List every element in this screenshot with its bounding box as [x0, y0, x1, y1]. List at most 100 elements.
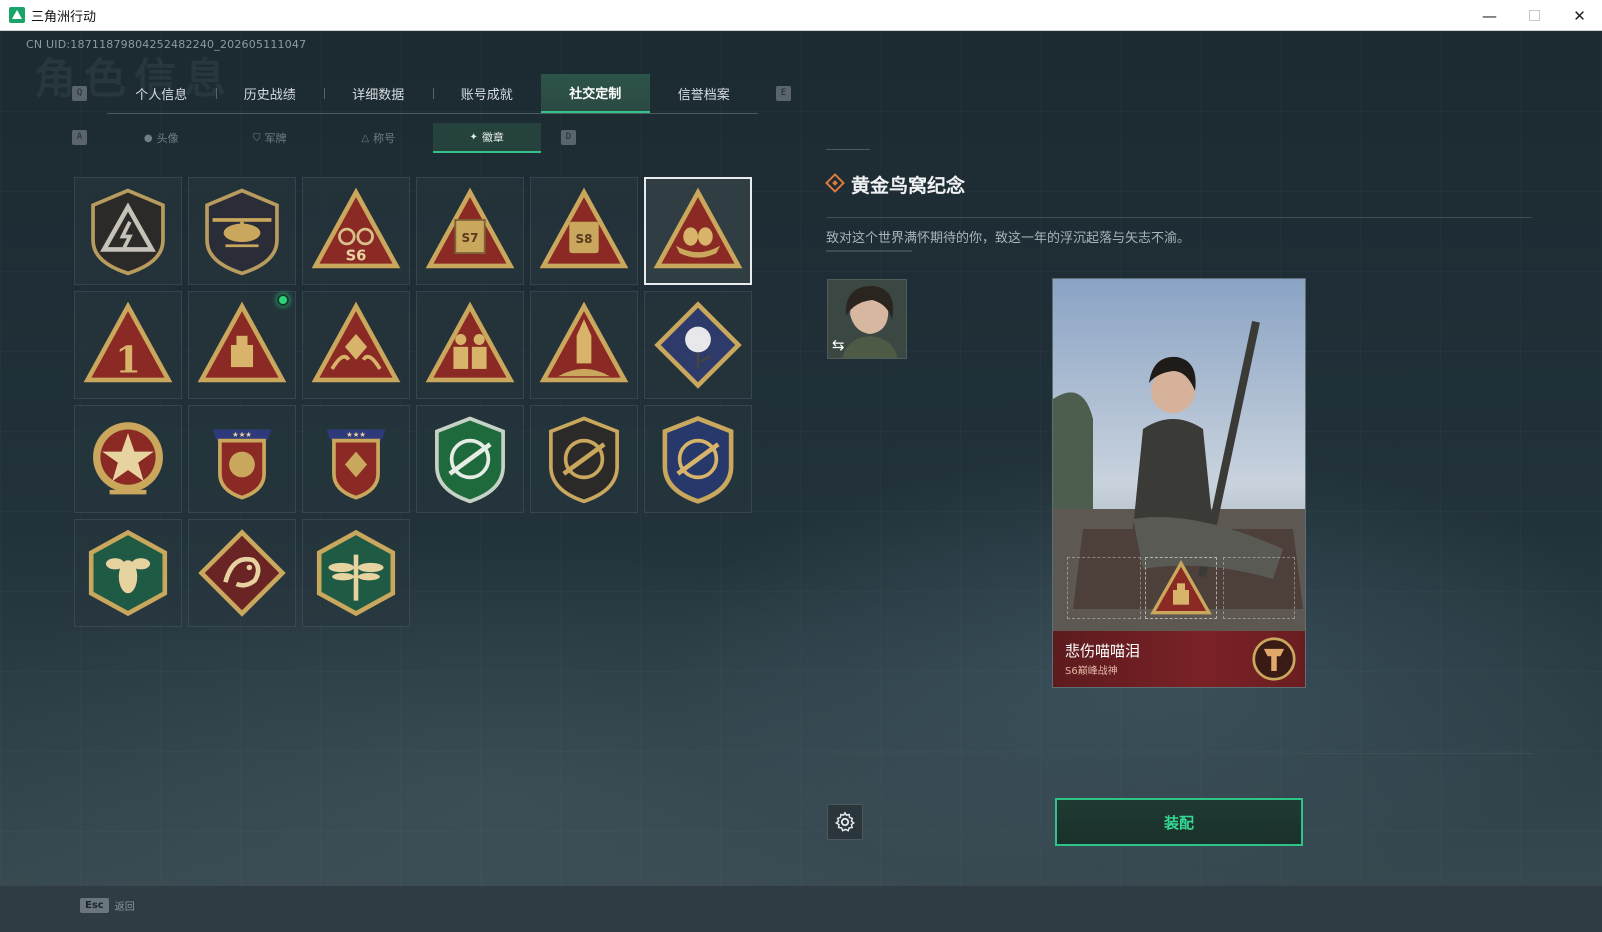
detail-divider [826, 217, 1532, 218]
card-badge-slot-right[interactable] [1223, 557, 1295, 619]
character-avatar-thumbnail[interactable]: ⇆ [827, 279, 907, 359]
hands-gem-icon [311, 301, 401, 383]
badge-s8-triangle[interactable]: S8 [530, 177, 638, 285]
back-label: 返回 [114, 902, 135, 913]
dogtag-icon: ⛉ [253, 132, 261, 144]
rose-diamond-icon [654, 301, 742, 389]
number-one-icon: 1 [83, 301, 173, 383]
app-logo-icon [9, 7, 25, 23]
prev-subtab-key-hint: A [72, 130, 87, 145]
badge-shield-lightning[interactable] [74, 177, 182, 285]
tab-detailed-stats[interactable]: 详细数据 [324, 74, 433, 113]
subtab-dogtag-label: 军牌 [264, 132, 287, 145]
subtab-avatar[interactable]: ● 头像 [107, 123, 216, 153]
tab-credit-record[interactable]: 信誉档案 [650, 74, 759, 113]
card-badge-slot-center[interactable] [1145, 557, 1217, 619]
card-player-name: 悲伤喵喵泪 [1065, 642, 1141, 660]
tab-achievements[interactable]: 账号成就 [432, 74, 542, 113]
badge-hex-dragonfly[interactable] [302, 519, 410, 627]
badge-dark-shield-rifle[interactable] [530, 405, 638, 513]
subtab-dogtag[interactable]: ⛉ 军牌 [216, 123, 325, 153]
s8-triangle-icon: S8 [539, 187, 629, 269]
wreath-crest-gem-icon: ★★★ [326, 429, 386, 500]
badge-hex-wasp[interactable] [74, 519, 182, 627]
settings-button[interactable] [827, 804, 863, 840]
tab-personal-info[interactable]: 个人信息 [107, 74, 216, 113]
helicopter-icon [205, 188, 279, 276]
hex-dragonfly-icon [316, 529, 396, 617]
sub-tab-bar: ● 头像 ⛉ 军牌 △ 称号 ✦ 徽章 [107, 123, 541, 153]
badge-detail-title: 黄金鸟窝纪念 [851, 175, 966, 197]
bottom-hint-bar: Esc 返回 [0, 886, 1602, 932]
person-icon: ● [143, 132, 153, 144]
subtab-badge[interactable]: ✦ 徽章 [432, 123, 541, 153]
s7-triangle-icon: S7 [425, 187, 515, 269]
badge-diamond-dragon[interactable] [188, 519, 296, 627]
close-button[interactable]: ✕ [1557, 0, 1602, 31]
svg-text:S8: S8 [576, 232, 593, 246]
subtab-title[interactable]: △ 称号 [324, 123, 433, 153]
swap-arrows-icon[interactable]: ⇆ [832, 336, 845, 354]
main-tab-bar: 个人信息 历史战绩 详细数据 账号成就 社交定制 信誉档案 [107, 74, 758, 114]
maximize-button[interactable]: ☐ [1512, 0, 1557, 31]
title-icon: △ [361, 132, 370, 144]
dark-shield-rifle-icon [549, 416, 619, 504]
svg-text:★★★: ★★★ [232, 430, 252, 439]
shield-lightning-icon [91, 188, 165, 276]
s6-triangle-icon: S6 [311, 187, 401, 269]
badge-green-shield-rifle[interactable] [416, 405, 524, 513]
card-badge-slot-left[interactable] [1067, 557, 1141, 619]
subtab-title-label: 称号 [373, 132, 396, 145]
window-title: 三角洲行动 [31, 9, 97, 25]
card-nameplate: 悲伤喵喵泪 S6巅峰战神 [1053, 631, 1305, 687]
detail-desc-underline [826, 250, 912, 252]
badge-wreath-crest-2[interactable]: ★★★ [302, 405, 410, 513]
green-shield-rifle-icon [435, 416, 505, 504]
rank-emblem-icon [1252, 637, 1296, 681]
soldiers-icon [425, 301, 515, 383]
hex-wasp-icon [88, 529, 168, 617]
badge-helicopter[interactable] [188, 177, 296, 285]
diamond-dragon-icon [198, 529, 286, 617]
svg-text:1: 1 [115, 338, 141, 382]
next-tab-key-hint: E [776, 86, 791, 101]
svg-text:S6: S6 [346, 247, 367, 264]
window-controls: — ☐ ✕ [1467, 0, 1602, 31]
badge-wreath-crest-1[interactable]: ★★★ [188, 405, 296, 513]
tab-match-history[interactable]: 历史战绩 [215, 74, 325, 113]
minimize-button[interactable]: — [1467, 0, 1512, 31]
wreath-crest-icon: ★★★ [212, 429, 272, 500]
subtab-avatar-label: 头像 [156, 132, 179, 145]
badge-number-one[interactable]: 1 [74, 291, 182, 399]
svg-text:★★★: ★★★ [346, 430, 366, 439]
panel-bottom-divider [826, 753, 1532, 754]
uid-label: CN UID:18711879804252482240_202605111047 [26, 38, 307, 51]
badge-golden-nest[interactable] [644, 177, 752, 285]
prev-tab-key-hint: Q [72, 86, 87, 101]
badge-soldiers[interactable] [416, 291, 524, 399]
back-button[interactable]: Esc 返回 [80, 898, 135, 913]
detail-decor-line [826, 149, 870, 150]
player-card-preview: 悲伤喵喵泪 S6巅峰战神 [1052, 278, 1306, 688]
badge-hands-gem[interactable] [302, 291, 410, 399]
badge-s7-triangle[interactable]: S7 [416, 177, 524, 285]
badge-detail-description: 致对这个世界满怀期待的你，致这一年的浮沉起落与矢志不渝。 [826, 231, 1191, 246]
usb-drive-icon [197, 301, 287, 383]
equip-button[interactable]: 装配 [1055, 798, 1303, 846]
window-titlebar: 三角洲行动 — ☐ ✕ [0, 0, 1602, 31]
tab-social-customization[interactable]: 社交定制 [541, 74, 650, 113]
badge-rocket[interactable] [530, 291, 638, 399]
svg-text:S7: S7 [462, 231, 479, 245]
equipped-usb-badge-icon [1150, 559, 1212, 615]
card-player-subtitle: S6巅峰战神 [1065, 666, 1118, 677]
badge-usb-drive[interactable] [188, 291, 296, 399]
esc-key-hint: Esc [80, 898, 109, 913]
gear-icon [835, 811, 855, 832]
badge-star-medal[interactable] [74, 405, 182, 513]
new-indicator-dot [277, 294, 289, 306]
blue-shield-rifle-icon [662, 416, 734, 504]
badge-rose-diamond[interactable] [644, 291, 752, 399]
golden-nest-icon [653, 187, 743, 269]
badge-blue-shield-rifle[interactable] [644, 405, 752, 513]
badge-s6-triangle[interactable]: S6 [302, 177, 410, 285]
